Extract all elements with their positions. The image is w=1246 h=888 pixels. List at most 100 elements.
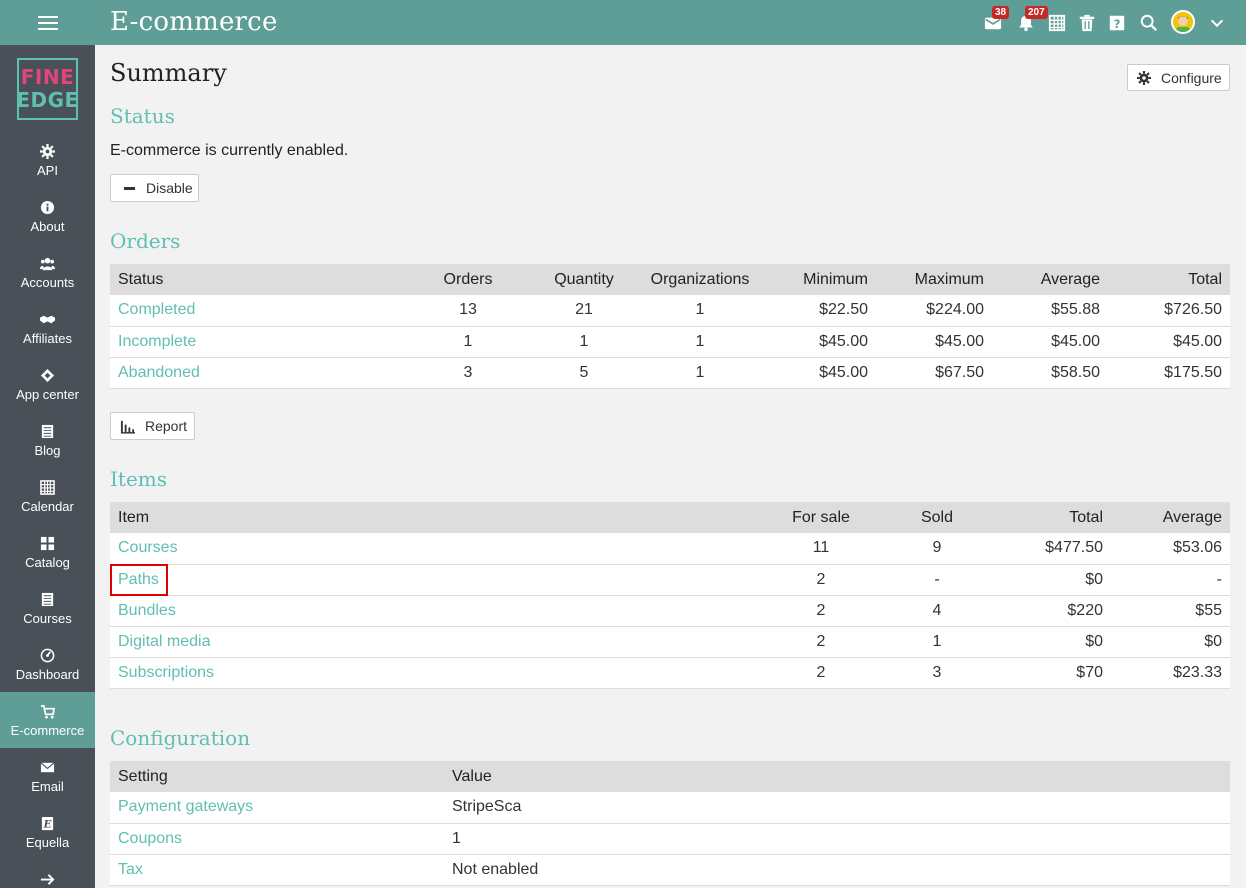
col-maximum[interactable]: Maximum bbox=[876, 264, 992, 295]
configure-button[interactable]: Configure bbox=[1127, 64, 1230, 91]
table-cell: $58.50 bbox=[992, 357, 1108, 389]
col-value[interactable]: Value bbox=[444, 761, 1230, 792]
orders-header-row: Status Orders Quantity Organizations Min… bbox=[110, 264, 1230, 295]
help-button[interactable]: ? bbox=[1106, 10, 1128, 34]
bar-chart-icon bbox=[120, 420, 135, 434]
search-button[interactable] bbox=[1138, 10, 1160, 34]
item-link[interactable]: Courses bbox=[110, 533, 763, 565]
minus-icon bbox=[124, 186, 135, 190]
items-table: Item For sale Sold Total Average Courses… bbox=[110, 502, 1230, 689]
item-link[interactable]: Digital media bbox=[110, 626, 763, 658]
info-icon bbox=[40, 200, 55, 215]
orders-table: Status Orders Quantity Organizations Min… bbox=[110, 264, 1230, 389]
col-total[interactable]: Total bbox=[995, 502, 1111, 533]
equella-icon: E bbox=[41, 816, 54, 831]
sidebar-item-calendar[interactable]: Calendar bbox=[0, 468, 95, 524]
handshake-icon bbox=[40, 315, 55, 324]
col-organizations[interactable]: Organizations bbox=[642, 264, 758, 295]
table-cell: $0 bbox=[995, 626, 1111, 658]
col-setting[interactable]: Setting bbox=[110, 761, 444, 792]
table-cell: 1 bbox=[879, 626, 995, 658]
sidebar-item-about[interactable]: About bbox=[0, 188, 95, 244]
col-average[interactable]: Average bbox=[1111, 502, 1230, 533]
table-cell: $726.50 bbox=[1108, 295, 1230, 327]
notifications-badge: 207 bbox=[1025, 6, 1048, 19]
table-cell: 11 bbox=[763, 533, 879, 565]
help-icon: ? bbox=[1109, 15, 1125, 31]
trash-icon bbox=[1079, 14, 1095, 32]
order-status-link[interactable]: Completed bbox=[110, 295, 410, 327]
setting-link[interactable]: Coupons bbox=[110, 823, 444, 855]
cart-icon bbox=[40, 705, 55, 719]
table-row: Completed 13 21 1 $22.50 $224.00 $55.88 … bbox=[110, 295, 1230, 327]
user-menu-button[interactable] bbox=[1206, 10, 1228, 34]
mail-button[interactable]: 38 bbox=[982, 6, 1010, 34]
table-cell: 2 bbox=[763, 595, 879, 627]
table-cell: $45.00 bbox=[992, 326, 1108, 358]
sidebar: FINE EDGE API About Accounts Affiliates … bbox=[0, 45, 95, 888]
item-link[interactable]: Subscriptions bbox=[110, 657, 763, 689]
app-title: E-commerce bbox=[110, 7, 278, 37]
col-minimum[interactable]: Minimum bbox=[758, 264, 876, 295]
table-cell: $55.88 bbox=[992, 295, 1108, 327]
notifications-button[interactable]: 207 bbox=[1015, 6, 1048, 34]
sidebar-item-dashboard[interactable]: Dashboard bbox=[0, 636, 95, 692]
col-orders[interactable]: Orders bbox=[410, 264, 526, 295]
chevron-down-icon bbox=[1210, 19, 1224, 28]
gear-icon bbox=[1137, 70, 1151, 85]
email-icon bbox=[40, 762, 55, 773]
sidebar-item-app-center[interactable]: App center bbox=[0, 356, 95, 412]
table-cell: $224.00 bbox=[876, 295, 992, 327]
table-cell: $53.06 bbox=[1111, 533, 1230, 565]
order-status-link[interactable]: Incomplete bbox=[110, 326, 410, 358]
sidebar-item-accounts[interactable]: Accounts bbox=[0, 244, 95, 300]
disable-label: Disable bbox=[146, 180, 193, 196]
calendar-button[interactable] bbox=[1046, 10, 1068, 34]
item-link-paths[interactable]: Paths bbox=[110, 564, 763, 596]
table-row: Paths 2 - $0 - bbox=[110, 564, 1230, 596]
sidebar-item-ecommerce[interactable]: E-commerce bbox=[0, 692, 95, 748]
sidebar-item-email[interactable]: Email bbox=[0, 748, 95, 804]
sidebar-item-blog[interactable]: Blog bbox=[0, 412, 95, 468]
user-avatar[interactable] bbox=[1171, 10, 1195, 34]
table-cell: $67.50 bbox=[876, 357, 992, 389]
users-icon bbox=[40, 257, 55, 271]
search-icon bbox=[1140, 14, 1157, 31]
hamburger-menu-button[interactable] bbox=[0, 0, 95, 45]
sidebar-item-equella[interactable]: E Equella bbox=[0, 804, 95, 860]
table-cell: 1 bbox=[444, 823, 1230, 855]
order-status-link[interactable]: Abandoned bbox=[110, 357, 410, 389]
col-item[interactable]: Item bbox=[110, 502, 763, 533]
paths-highlight-box bbox=[110, 564, 168, 596]
main-content: Summary Configure Status E-commerce is c… bbox=[95, 45, 1246, 888]
table-row: Courses 11 9 $477.50 $53.06 bbox=[110, 533, 1230, 565]
table-cell: $45.00 bbox=[758, 357, 876, 389]
sidebar-item-api[interactable]: API bbox=[0, 132, 95, 188]
table-cell: 5 bbox=[526, 357, 642, 389]
mail-badge: 38 bbox=[992, 6, 1010, 19]
col-total[interactable]: Total bbox=[1108, 264, 1230, 295]
logo-line2: EDGE bbox=[16, 88, 79, 112]
fine-edge-logo[interactable]: FINE EDGE bbox=[16, 58, 79, 120]
col-average[interactable]: Average bbox=[992, 264, 1108, 295]
report-button[interactable]: Report bbox=[110, 412, 195, 440]
table-cell: 1 bbox=[526, 326, 642, 358]
sidebar-item-affiliates[interactable]: Affiliates bbox=[0, 300, 95, 356]
col-for-sale[interactable]: For sale bbox=[763, 502, 879, 533]
disable-button[interactable]: Disable bbox=[110, 174, 199, 202]
table-cell: $0 bbox=[1111, 626, 1230, 658]
setting-link[interactable]: Payment gateways bbox=[110, 792, 444, 824]
page-title: Summary bbox=[110, 59, 227, 87]
sidebar-item-more[interactable] bbox=[0, 860, 95, 888]
svg-text:?: ? bbox=[1114, 17, 1121, 31]
trash-button[interactable] bbox=[1076, 10, 1098, 34]
sidebar-item-courses[interactable]: Courses bbox=[0, 580, 95, 636]
col-sold[interactable]: Sold bbox=[879, 502, 995, 533]
sidebar-item-catalog[interactable]: Catalog bbox=[0, 524, 95, 580]
col-quantity[interactable]: Quantity bbox=[526, 264, 642, 295]
item-link[interactable]: Bundles bbox=[110, 595, 763, 627]
col-status[interactable]: Status bbox=[110, 264, 410, 295]
status-heading: Status bbox=[110, 104, 175, 128]
logo-line1: FINE bbox=[20, 65, 75, 89]
setting-link[interactable]: Tax bbox=[110, 854, 444, 886]
